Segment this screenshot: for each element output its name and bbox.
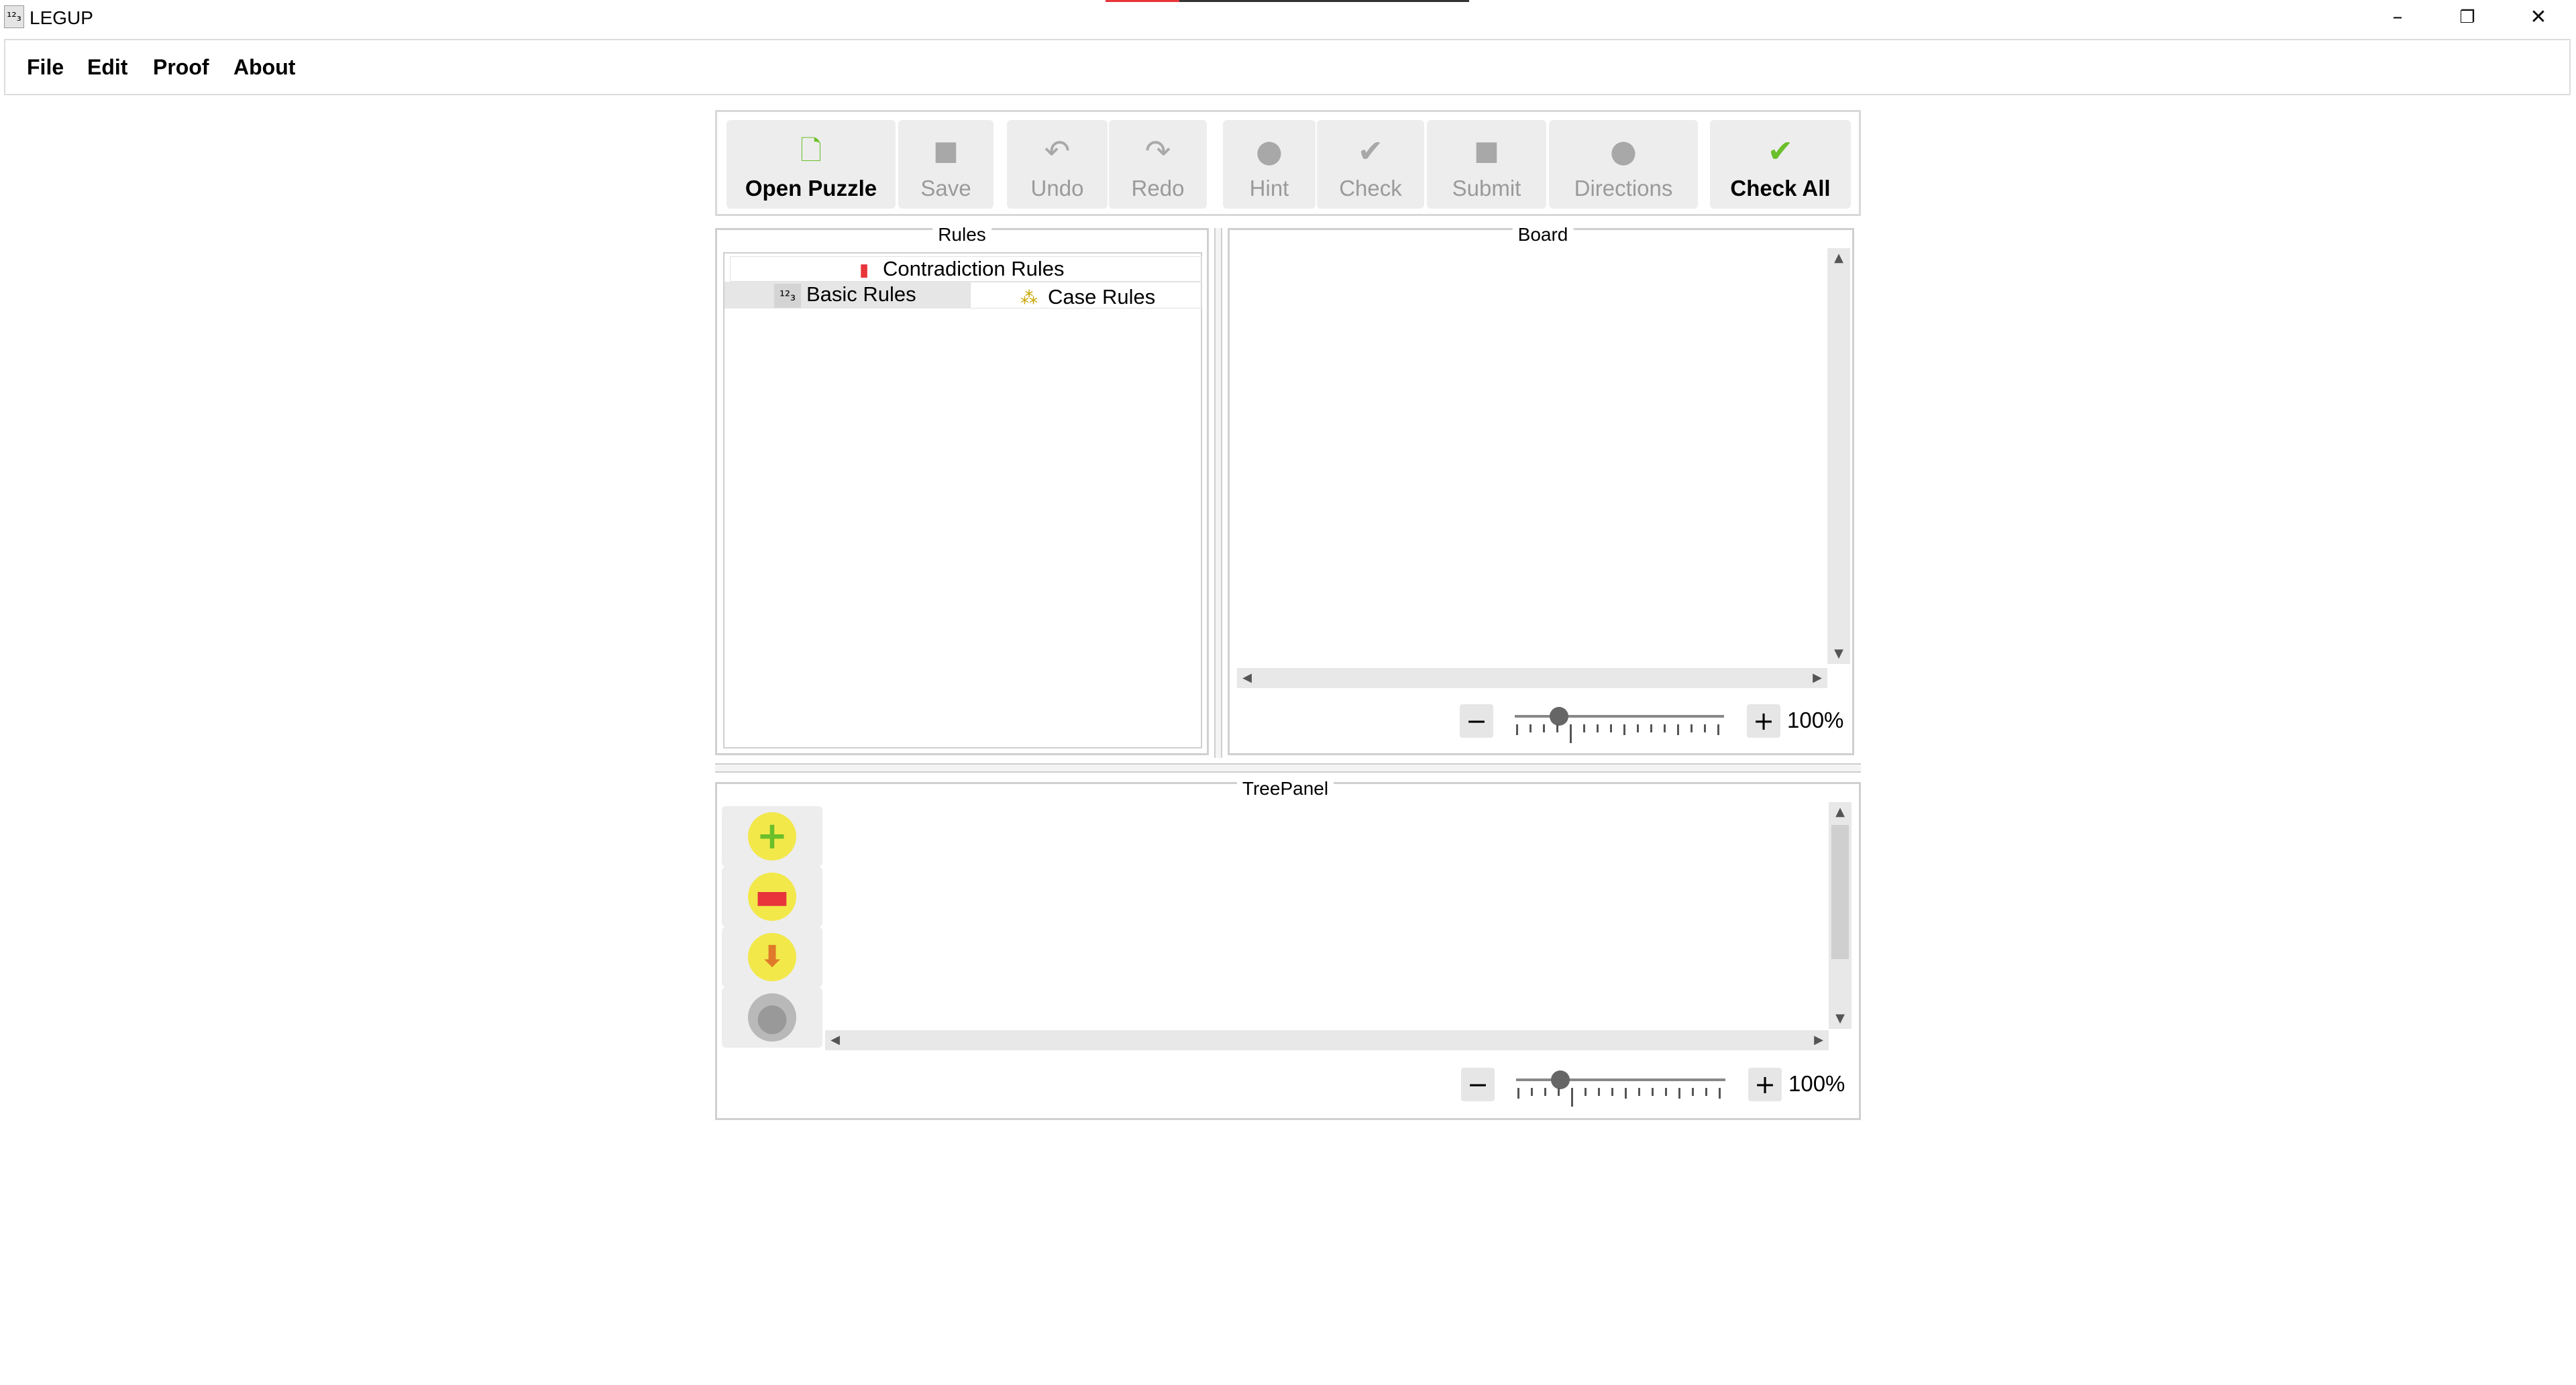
redo-button[interactable]: ↷ Redo bbox=[1109, 120, 1207, 209]
horizontal-splitter[interactable] bbox=[715, 763, 1861, 773]
scroll-down-icon[interactable]: ▼ bbox=[1829, 644, 1849, 664]
board-zoom-out-button[interactable]: − bbox=[1460, 704, 1493, 738]
board-zoom-value: 100% bbox=[1787, 708, 1844, 732]
toolbar: 🗋 Open Puzzle ■ Save ↶ Undo ↷ Redo ● Hin… bbox=[715, 110, 1861, 216]
open-puzzle-label: Open Puzzle bbox=[745, 176, 877, 201]
titlebar-accent bbox=[1106, 0, 1179, 2]
directions-label: Directions bbox=[1574, 176, 1673, 201]
delete-node-icon: ▬ bbox=[748, 873, 796, 921]
collapse-node-button[interactable]: ● bbox=[722, 987, 822, 1048]
basic-rules-icon: ¹²₃ bbox=[774, 283, 801, 308]
undo-icon: ↶ bbox=[1044, 133, 1071, 169]
title-bar: ¹²₃ LEGUP – ❐ ✕ bbox=[0, 0, 2576, 38]
board-zoom-in-button[interactable]: + bbox=[1747, 704, 1780, 738]
save-icon: ■ bbox=[933, 135, 959, 166]
tree-horizontal-scrollbar[interactable]: ◀ ▶ bbox=[825, 1030, 1829, 1050]
tree-zoom-out-button[interactable]: − bbox=[1461, 1068, 1495, 1101]
tree-zoom-thumb[interactable] bbox=[1551, 1070, 1570, 1089]
undo-label: Undo bbox=[1030, 176, 1084, 201]
save-button[interactable]: ■ Save bbox=[898, 120, 994, 209]
tree-scroll-up-icon[interactable]: ▲ bbox=[1830, 802, 1850, 822]
open-puzzle-icon: 🗋 bbox=[800, 135, 822, 166]
tree-canvas[interactable] bbox=[826, 802, 1829, 1030]
restore-icon[interactable]: ❐ bbox=[2432, 0, 2502, 35]
tree-zoom-track bbox=[1516, 1078, 1725, 1081]
titlebar-accent-line bbox=[1179, 0, 1469, 2]
zoom-ticks bbox=[1516, 724, 1723, 743]
check-all-button[interactable]: ✔ Check All bbox=[1710, 120, 1851, 209]
window-title: LEGUP bbox=[30, 7, 93, 28]
tab-case-rules[interactable]: ⁂ Case Rules bbox=[1016, 284, 1155, 311]
check-icon: ✔ bbox=[1357, 133, 1384, 169]
minimize-icon[interactable]: – bbox=[2363, 0, 2432, 35]
tree-scroll-right-icon[interactable]: ▶ bbox=[1809, 1030, 1829, 1050]
submit-label: Submit bbox=[1452, 176, 1521, 201]
tree-panel-title: TreePanel bbox=[1236, 778, 1334, 799]
board-canvas[interactable] bbox=[1236, 248, 1827, 664]
delete-node-button[interactable]: ▬ bbox=[722, 867, 822, 927]
check-button[interactable]: ✔ Check bbox=[1317, 120, 1424, 209]
submit-button[interactable]: ■ Submit bbox=[1427, 120, 1546, 209]
zoom-thumb[interactable] bbox=[1550, 707, 1568, 726]
case-rules-icon: ⁂ bbox=[1020, 288, 1038, 309]
open-puzzle-button[interactable]: 🗋 Open Puzzle bbox=[727, 120, 896, 209]
board-zoom-slider[interactable] bbox=[1515, 706, 1724, 743]
basic-rules-tab-content: ¹²₃ Basic Rules bbox=[774, 282, 916, 308]
merge-node-button[interactable]: ⬇ bbox=[722, 927, 822, 987]
scroll-right-icon[interactable]: ▶ bbox=[1807, 668, 1827, 688]
zoom-track bbox=[1515, 715, 1724, 718]
basic-rules-label: Basic Rules bbox=[806, 282, 916, 306]
hint-icon: ● bbox=[1255, 133, 1283, 169]
board-horizontal-scrollbar[interactable]: ◀ ▶ bbox=[1237, 668, 1827, 688]
redo-icon: ↷ bbox=[1144, 133, 1171, 169]
contradiction-rules-label: Contradiction Rules bbox=[883, 257, 1065, 280]
add-node-icon: + bbox=[748, 812, 796, 861]
board-panel-title: Board bbox=[1512, 224, 1574, 245]
tree-vertical-scroll-thumb[interactable] bbox=[1831, 825, 1849, 959]
hint-button[interactable]: ● Hint bbox=[1223, 120, 1316, 209]
legup-123-icon: ¹²₃ bbox=[4, 5, 24, 28]
contradiction-rules-icon: ▮ bbox=[859, 260, 869, 280]
menu-proof[interactable]: Proof bbox=[153, 52, 209, 82]
tree-zoom-slider[interactable] bbox=[1516, 1069, 1725, 1107]
rules-panel-title: Rules bbox=[932, 224, 991, 245]
collapse-node-icon: ● bbox=[748, 993, 796, 1042]
tab-contradiction-rules[interactable]: ▮ Contradiction Rules bbox=[851, 256, 1065, 282]
tree-zoom-value: 100% bbox=[1788, 1071, 1845, 1096]
check-all-icon: ✔ bbox=[1767, 133, 1794, 169]
tree-scroll-down-icon[interactable]: ▼ bbox=[1830, 1009, 1850, 1029]
directions-icon: ● bbox=[1609, 133, 1638, 169]
rules-tab-pane: ▮ Contradiction Rules ¹²₃ Basic Rules ⁂ Cas… bbox=[723, 252, 1202, 749]
tree-vertical-scrollbar[interactable]: ▲ ▼ bbox=[1829, 802, 1851, 1029]
tree-zoom-in-button[interactable]: + bbox=[1748, 1068, 1782, 1101]
check-label: Check bbox=[1339, 176, 1402, 201]
board-vertical-scrollbar[interactable]: ▲ ▼ bbox=[1827, 248, 1850, 664]
vertical-splitter[interactable] bbox=[1214, 228, 1222, 758]
close-icon[interactable]: ✕ bbox=[2504, 0, 2573, 35]
menu-edit[interactable]: Edit bbox=[87, 52, 127, 82]
submit-icon: ■ bbox=[1474, 135, 1499, 166]
redo-label: Redo bbox=[1131, 176, 1185, 201]
menu-bar: File Edit Proof About bbox=[4, 39, 2571, 95]
save-label: Save bbox=[920, 176, 971, 201]
tree-zoom-ticks bbox=[1517, 1088, 1724, 1107]
check-all-label: Check All bbox=[1730, 176, 1831, 201]
menu-about[interactable]: About bbox=[233, 52, 295, 82]
case-rules-label: Case Rules bbox=[1048, 285, 1156, 309]
scroll-up-icon[interactable]: ▲ bbox=[1829, 248, 1849, 268]
merge-node-icon: ⬇ bbox=[748, 933, 796, 981]
menu-file[interactable]: File bbox=[27, 52, 64, 82]
add-node-button[interactable]: + bbox=[722, 806, 822, 867]
scroll-left-icon[interactable]: ◀ bbox=[1237, 668, 1257, 688]
hint-label: Hint bbox=[1249, 176, 1289, 201]
tree-scroll-left-icon[interactable]: ◀ bbox=[825, 1030, 845, 1050]
directions-button[interactable]: ● Directions bbox=[1549, 120, 1698, 209]
undo-button[interactable]: ↶ Undo bbox=[1007, 120, 1108, 209]
